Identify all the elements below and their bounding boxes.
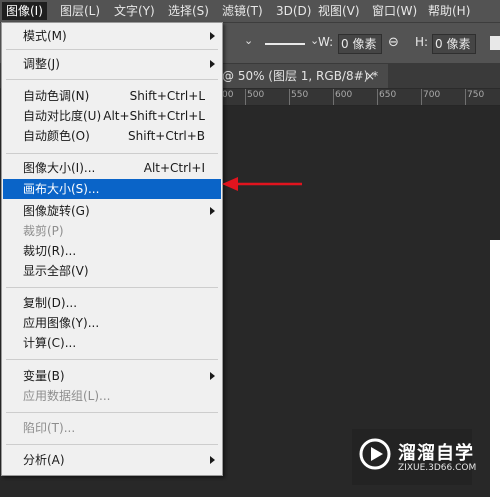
- width-input[interactable]: 0 像素: [338, 34, 382, 54]
- menu-item-apply-data-set: 应用数据组(L)...: [23, 389, 111, 403]
- watermark-url: ZIXUE.3D66.COM: [398, 463, 477, 473]
- menu-item-image-rotation[interactable]: 图像旋转(G): [3, 201, 221, 221]
- ruler-label: 00: [222, 90, 234, 100]
- submenu-arrow-icon: [210, 60, 215, 68]
- menu-layer[interactable]: 图层(L): [60, 2, 100, 20]
- menu-3d[interactable]: 3D(D): [276, 2, 311, 20]
- menu-type[interactable]: 文字(Y): [114, 2, 155, 20]
- menu-item-canvas-size[interactable]: 画布大小(S)...: [3, 179, 221, 199]
- link-icon[interactable]: ⊖: [388, 35, 399, 50]
- document-tab[interactable]: @ 50% (图层 1, RGB/8#) * ×: [220, 64, 388, 88]
- ruler-label: 550: [291, 90, 309, 100]
- submenu-arrow-icon: [210, 207, 215, 215]
- menu-help[interactable]: 帮助(H): [428, 2, 470, 20]
- menu-item-duplicate[interactable]: 复制(D)...: [3, 293, 221, 313]
- ruler-label: 500: [247, 90, 265, 100]
- menu-image[interactable]: 图像(I): [2, 2, 47, 20]
- ruler-label: 750: [467, 90, 485, 100]
- ruler-label: 650: [379, 90, 397, 100]
- ruler-label: 700: [423, 90, 441, 100]
- menu-item-trim[interactable]: 裁切(R)...: [3, 241, 221, 261]
- height-input[interactable]: 0 像素: [432, 34, 476, 54]
- menu-item-reveal-all[interactable]: 显示全部(V): [3, 261, 221, 281]
- submenu-arrow-icon: [210, 372, 215, 380]
- image-menu-dropdown: 模式(M) 调整(J) 自动色调(N) Shift+Ctrl+L 自动对比度(U…: [1, 22, 223, 476]
- height-label: H:: [415, 35, 429, 49]
- menu-filter[interactable]: 滤镜(T): [222, 2, 263, 20]
- menu-item-trap: 陷印(T)...: [23, 421, 76, 435]
- horizontal-ruler: 00 500 550 600 650 700 750: [220, 89, 500, 106]
- menu-select[interactable]: 选择(S): [168, 2, 209, 20]
- menu-window[interactable]: 窗口(W): [372, 2, 417, 20]
- close-icon[interactable]: ×: [365, 64, 375, 88]
- ruler-label: 600: [335, 90, 353, 100]
- menu-item-mode[interactable]: 模式(M): [3, 26, 221, 46]
- menu-view[interactable]: 视图(V): [318, 2, 360, 20]
- align-edges-checkbox[interactable]: [490, 36, 500, 50]
- red-arrow-annotation: [222, 177, 302, 191]
- menu-item-auto-contrast[interactable]: 自动对比度(U) Alt+Shift+Ctrl+L: [3, 106, 221, 126]
- menu-item-adjustments[interactable]: 调整(J): [3, 54, 221, 74]
- stroke-style-preview[interactable]: [265, 43, 305, 45]
- menu-item-auto-color[interactable]: 自动颜色(O) Shift+Ctrl+B: [3, 126, 221, 146]
- submenu-arrow-icon: [210, 32, 215, 40]
- menu-item-crop: 裁剪(P): [23, 224, 64, 238]
- watermark-title: 溜溜自学: [398, 443, 474, 464]
- menu-item-apply-image[interactable]: 应用图像(Y)...: [3, 313, 221, 333]
- submenu-arrow-icon: [210, 456, 215, 464]
- width-label: W:: [318, 35, 334, 49]
- chevron-down-icon[interactable]: ⌄: [244, 34, 253, 47]
- canvas-document[interactable]: [490, 240, 500, 497]
- document-tab-title: @ 50% (图层 1, RGB/8#) *: [222, 69, 379, 83]
- menu-item-calculations[interactable]: 计算(C)...: [3, 333, 221, 353]
- menu-bar: 图像(I) 图层(L) 文字(Y) 选择(S) 滤镜(T) 3D(D) 视图(V…: [0, 0, 500, 23]
- watermark: 溜溜自学 ZIXUE.3D66.COM: [352, 429, 476, 485]
- menu-item-image-size[interactable]: 图像大小(I)... Alt+Ctrl+I: [3, 158, 221, 178]
- play-logo-icon: [359, 438, 391, 470]
- menu-item-analysis[interactable]: 分析(A): [3, 450, 221, 470]
- menu-item-auto-tone[interactable]: 自动色调(N) Shift+Ctrl+L: [3, 86, 221, 106]
- menu-item-variables[interactable]: 变量(B): [3, 366, 221, 386]
